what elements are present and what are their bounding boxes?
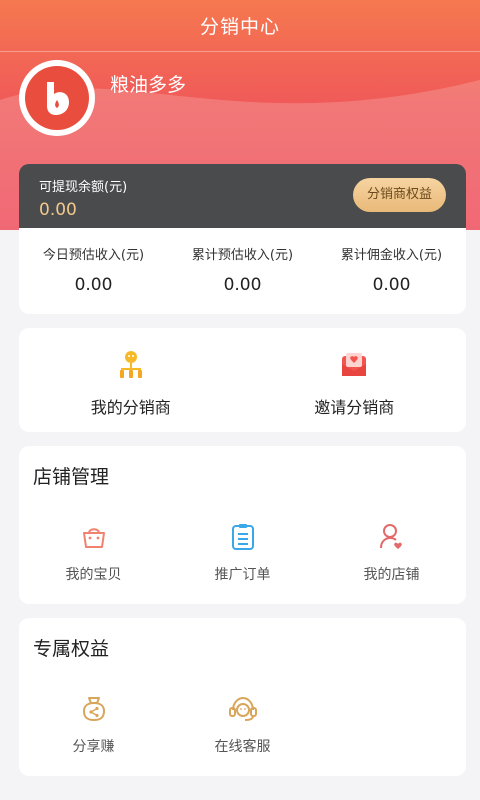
stat-total-estimated-income: 累计预估收入(元) 0.00 — [168, 228, 317, 314]
bag-icon — [82, 528, 105, 548]
my-store-button[interactable]: 我的店铺 — [317, 522, 466, 584]
distributor-rights-button[interactable]: 分销商权益 — [352, 178, 446, 212]
balance-value: 0.00 — [39, 200, 77, 220]
section-title-store: 店铺管理 — [33, 466, 110, 488]
stat-label: 累计预估收入(元) — [191, 248, 294, 263]
store-icon-row: 我的宝贝 推广订单 我的店铺 — [19, 522, 466, 584]
my-products-button[interactable]: 我的宝贝 — [19, 522, 168, 584]
stat-label: 累计佣金收入(元) — [340, 248, 443, 263]
rights-icon-row: 分享赚 在线客服 — [19, 694, 466, 756]
my-distributors-label: 我的分销商 — [90, 398, 171, 417]
section-title-rights: 专属权益 — [33, 638, 110, 660]
online-service-button[interactable]: 在线客服 — [168, 694, 317, 756]
store-management-card: 店铺管理 我的宝贝 推广订单 我的店铺 — [19, 446, 466, 604]
avatar[interactable] — [19, 60, 95, 136]
avatar-logo — [25, 66, 89, 130]
stat-value: 0.00 — [74, 275, 113, 295]
stat-value: 0.00 — [223, 275, 262, 295]
username: 粮油多多 — [110, 74, 187, 96]
share-bag-icon — [82, 697, 105, 722]
stat-today-income: 今日预估收入(元) 0.00 — [19, 228, 168, 314]
title-bar: 分销中心 — [0, 0, 480, 52]
my-store-label: 我的店铺 — [363, 567, 420, 583]
my-products-label: 我的宝贝 — [65, 567, 122, 583]
balance-card: 可提现余额(元) 0.00 分销商权益 — [19, 164, 466, 228]
share-earn-label: 分享赚 — [72, 739, 115, 755]
share-earn-button[interactable]: 分享赚 — [19, 694, 168, 756]
org-chart-icon — [119, 351, 142, 378]
stat-total-commission: 累计佣金收入(元) 0.00 — [317, 228, 466, 314]
balance-label: 可提现余额(元) — [39, 180, 128, 195]
distributor-card: 我的分销商 邀请分销商 — [19, 328, 466, 432]
my-distributors-button[interactable]: 我的分销商 — [19, 328, 243, 432]
page-title: 分销中心 — [199, 16, 280, 38]
order-list-icon — [231, 524, 254, 550]
headset-icon — [228, 696, 257, 721]
income-stats: 今日预估收入(元) 0.00 累计预估收入(元) 0.00 累计佣金收入(元) … — [19, 228, 466, 314]
invite-distributor-button[interactable]: 邀请分销商 — [243, 328, 467, 432]
stat-label: 今日预估收入(元) — [42, 248, 145, 263]
exclusive-rights-card: 专属权益 分享赚 在线客服 — [19, 618, 466, 776]
user-heart-icon — [379, 524, 402, 549]
promotion-orders-label: 推广订单 — [214, 567, 271, 583]
promotion-orders-button[interactable]: 推广订单 — [168, 522, 317, 584]
envelope-heart-icon — [342, 353, 367, 376]
logo-icon — [47, 82, 69, 115]
stat-value: 0.00 — [372, 275, 411, 295]
online-service-label: 在线客服 — [214, 739, 271, 755]
invite-distributor-label: 邀请分销商 — [314, 398, 395, 417]
